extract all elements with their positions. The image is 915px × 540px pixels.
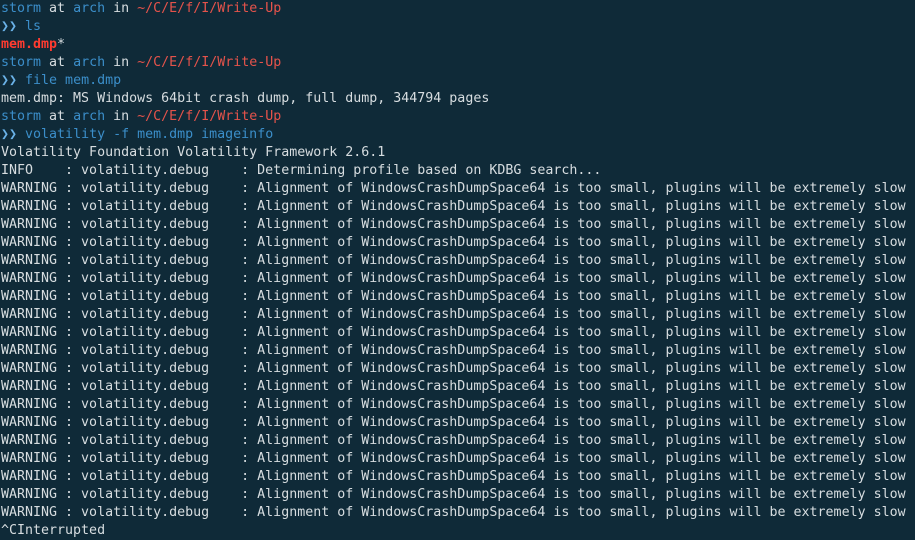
volatility-header: Volatility Foundation Volatility Framewo… (1, 145, 386, 160)
prompt-at: at (49, 109, 66, 124)
prompt-path: ~/C/E/f/I/Write-Up (137, 55, 282, 70)
warning-log-line: WARNING : volatility.debug : Alignment o… (1, 433, 906, 448)
warning-log-line: WARNING : volatility.debug : Alignment o… (1, 289, 906, 304)
executable-marker: * (57, 37, 66, 52)
warning-log-line: WARNING : volatility.debug : Alignment o… (1, 235, 906, 250)
warning-log-line: WARNING : volatility.debug : Alignment o… (1, 379, 906, 394)
prompt-user: storm (1, 55, 42, 70)
warning-log-line: WARNING : volatility.debug : Alignment o… (1, 397, 906, 412)
warning-log-line: WARNING : volatility.debug : Alignment o… (1, 325, 906, 340)
prompt-host: arch (73, 1, 106, 16)
command-text: file mem.dmp (25, 73, 122, 88)
ls-output: mem.dmp* (1, 36, 915, 54)
prompt-in: in (113, 55, 130, 70)
warning-log-line: WARNING : volatility.debug : Alignment o… (1, 217, 906, 232)
terminal-window[interactable]: storm at arch in ~/C/E/f/I/Write-Up ❯❯ l… (1, 0, 915, 538)
command-line: ❯❯ ls (1, 18, 915, 36)
prompt-at: at (49, 55, 66, 70)
prompt-user: storm (1, 1, 42, 16)
prompt-path: ~/C/E/f/I/Write-Up (137, 109, 282, 124)
warning-log-line: WARNING : volatility.debug : Alignment o… (1, 199, 906, 214)
warning-log-line: WARNING : volatility.debug : Alignment o… (1, 307, 906, 322)
warning-log-line: WARNING : volatility.debug : Alignment o… (1, 451, 906, 466)
prompt-arrow-icon: ❯❯ (1, 73, 18, 88)
warning-log-line: WARNING : volatility.debug : Alignment o… (1, 253, 906, 268)
warning-log-line: WARNING : volatility.debug : Alignment o… (1, 271, 906, 286)
prompt-line: storm at arch in ~/C/E/f/I/Write-Up (1, 54, 915, 72)
prompt-in: in (113, 109, 130, 124)
prompt-line: storm at arch in ~/C/E/f/I/Write-Up (1, 0, 915, 18)
warning-log-line: WARNING : volatility.debug : Alignment o… (1, 343, 906, 358)
command-text: ls (25, 19, 42, 34)
warning-log-line: WARNING : volatility.debug : Alignment o… (1, 181, 906, 196)
command-line: ❯❯ volatility -f mem.dmp imageinfo (1, 126, 915, 144)
command-text: volatility -f mem.dmp imageinfo (25, 127, 274, 142)
warning-log-line: WARNING : volatility.debug : Alignment o… (1, 505, 906, 520)
warning-log-block: WARNING : volatility.debug : Alignment o… (1, 180, 915, 522)
warning-log-line: WARNING : volatility.debug : Alignment o… (1, 487, 906, 502)
warning-log-line: WARNING : volatility.debug : Alignment o… (1, 415, 906, 430)
prompt-host: arch (73, 109, 106, 124)
interrupt-line: ^CInterrupted (1, 523, 106, 538)
executable-file-name: mem.dmp (1, 37, 58, 52)
prompt-arrow-icon: ❯❯ (1, 127, 18, 142)
prompt-line: storm at arch in ~/C/E/f/I/Write-Up (1, 108, 915, 126)
info-log-line: INFO : volatility.debug : Determining pr… (1, 163, 602, 178)
command-line: ❯❯ file mem.dmp (1, 72, 915, 90)
file-output: mem.dmp: MS Windows 64bit crash dump, fu… (1, 91, 490, 106)
prompt-at: at (49, 1, 66, 16)
prompt-in: in (113, 1, 130, 16)
prompt-user: storm (1, 109, 42, 124)
warning-log-line: WARNING : volatility.debug : Alignment o… (1, 361, 906, 376)
prompt-host: arch (73, 55, 106, 70)
prompt-arrow-icon: ❯❯ (1, 19, 18, 34)
warning-log-line: WARNING : volatility.debug : Alignment o… (1, 469, 906, 484)
prompt-path: ~/C/E/f/I/Write-Up (137, 1, 282, 16)
